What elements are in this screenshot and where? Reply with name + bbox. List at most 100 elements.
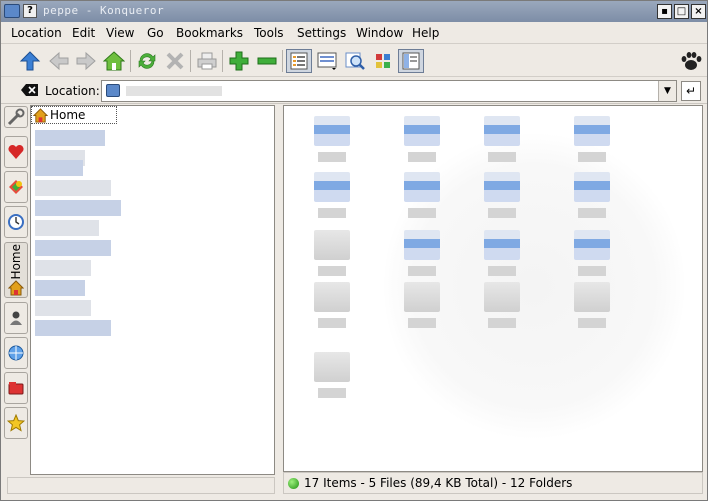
tree-item[interactable] (35, 280, 85, 296)
item-label (488, 266, 516, 276)
folder-item[interactable] (394, 116, 450, 172)
file-item[interactable] (304, 230, 360, 286)
history-icon[interactable] (4, 206, 28, 238)
folder-item[interactable] (474, 172, 530, 228)
folder-icon (574, 172, 610, 202)
sidebar-tabs: Home (4, 106, 30, 476)
file-item[interactable] (394, 282, 450, 338)
menu-edit[interactable]: Edit (72, 26, 95, 40)
tree-item[interactable] (35, 300, 91, 316)
find-icon[interactable] (342, 49, 368, 73)
item-label (578, 318, 606, 328)
file-icon (314, 230, 350, 260)
window-title: peppe - Konqueror (43, 4, 165, 17)
status-text: 17 Items - 5 Files (89,4 KB Total) - 12 … (304, 476, 573, 490)
folder-item[interactable] (394, 230, 450, 286)
network-icon[interactable] (4, 337, 28, 369)
tree-item[interactable] (35, 180, 111, 196)
sidebar-tab-home[interactable]: Home (4, 242, 28, 298)
menu-window[interactable]: Window (356, 26, 403, 40)
folder-item[interactable] (474, 230, 530, 286)
location-input[interactable] (124, 83, 644, 99)
folder-icon (574, 116, 610, 146)
favorites-icon[interactable] (4, 407, 28, 439)
zoom-out-icon[interactable] (254, 49, 280, 73)
item-label (578, 152, 606, 162)
tree-item[interactable] (35, 320, 111, 336)
folder-icon (404, 230, 440, 260)
clear-location-icon[interactable] (21, 83, 39, 97)
tree-item[interactable] (35, 200, 121, 216)
file-icon (404, 282, 440, 312)
menu-settings[interactable]: Settings (297, 26, 346, 40)
back-icon[interactable] (46, 49, 72, 73)
close-button[interactable]: × (691, 4, 706, 19)
tree-item[interactable] (35, 240, 111, 256)
system-icon[interactable] (4, 302, 28, 334)
stop-icon[interactable] (162, 49, 188, 73)
color-icon[interactable] (370, 49, 396, 73)
home-folder-icon (33, 108, 48, 123)
file-item[interactable] (304, 282, 360, 338)
folder-item[interactable] (394, 172, 450, 228)
minimize-button[interactable]: ▪ (657, 4, 672, 19)
bookmarks-icon[interactable] (4, 136, 28, 168)
folder-item[interactable] (564, 230, 620, 286)
print-icon[interactable] (194, 49, 220, 73)
home-icon[interactable] (101, 49, 127, 73)
detail-view-icon[interactable] (314, 49, 340, 73)
forward-icon[interactable] (73, 49, 99, 73)
up-icon[interactable] (17, 49, 43, 73)
window-menu-icon[interactable] (4, 4, 20, 18)
menu-help[interactable]: Help (412, 26, 439, 40)
help-question-button[interactable]: ? (23, 4, 37, 18)
toolbar-separator (190, 50, 191, 72)
zoom-in-icon[interactable] (226, 49, 252, 73)
item-label (318, 266, 346, 276)
location-field[interactable]: ▼ (101, 80, 677, 102)
toolbar-separator (130, 50, 131, 72)
folder-icon (484, 172, 520, 202)
sidebar-tree: Home (30, 105, 275, 475)
tree-item[interactable] (35, 220, 99, 236)
config-icon[interactable] (4, 106, 28, 128)
file-item[interactable] (474, 282, 530, 338)
title-bar[interactable]: ? peppe - Konqueror ▪ □ × (1, 1, 707, 22)
sidebar-home-label: Home (9, 244, 23, 280)
menu-view[interactable]: View (106, 26, 134, 40)
services-icon[interactable] (4, 171, 28, 203)
folder-icon (404, 172, 440, 202)
folder-item[interactable] (474, 116, 530, 172)
go-enter-icon[interactable]: ↵ (681, 81, 701, 101)
status-led-icon (288, 478, 299, 489)
folder-item[interactable] (304, 172, 360, 228)
split-view-icon[interactable] (398, 49, 424, 73)
menu-bookmarks[interactable]: Bookmarks (176, 26, 243, 40)
maximize-button[interactable]: □ (674, 4, 689, 19)
icon-view-icon[interactable] (286, 49, 312, 73)
file-item[interactable] (564, 282, 620, 338)
folder-item[interactable] (564, 172, 620, 228)
devices-icon[interactable] (4, 372, 28, 404)
item-label (408, 318, 436, 328)
tree-item[interactable] (35, 130, 105, 146)
item-label (488, 318, 516, 328)
location-dropdown-arrow[interactable]: ▼ (658, 81, 676, 101)
reload-icon[interactable] (134, 49, 160, 73)
menu-location[interactable]: Location (11, 26, 62, 40)
folder-icon (106, 84, 120, 97)
panel-splitter[interactable] (275, 105, 283, 497)
file-item[interactable] (304, 352, 360, 408)
folder-item[interactable] (304, 116, 360, 172)
menu-go[interactable]: Go (147, 26, 164, 40)
file-icon (574, 282, 610, 312)
tree-item[interactable] (35, 260, 91, 276)
tree-item[interactable] (35, 160, 83, 176)
tree-item-home[interactable]: Home (31, 106, 117, 124)
folder-item[interactable] (564, 116, 620, 172)
folder-icon (314, 116, 350, 146)
konqueror-window: ? peppe - Konqueror ▪ □ × Location Edit … (0, 0, 708, 501)
item-label (408, 152, 436, 162)
menu-tools[interactable]: Tools (254, 26, 284, 40)
menu-bar: Location Edit View Go Bookmarks Tools Se… (1, 22, 707, 44)
